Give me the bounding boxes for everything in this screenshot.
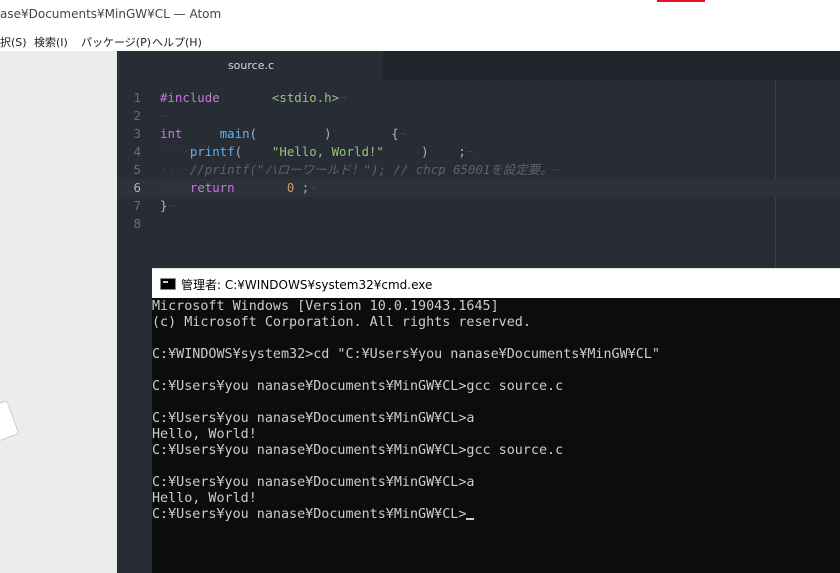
code-text: ¬ [160, 107, 167, 125]
code-line[interactable]: 2 ¬ [117, 107, 840, 125]
cmd-console-output[interactable]: Microsoft Windows [Version 10.0.19043.16… [152, 299, 840, 573]
code-token: ( [234, 144, 272, 159]
code-token: ¬ [160, 108, 168, 123]
code-token: ; [294, 180, 310, 195]
code-token: ) ; [383, 144, 466, 159]
line-number: 6 [133, 180, 141, 195]
atom-window-title: ase¥Documents¥MinGW¥CL — Atom [0, 7, 222, 21]
code-text: int main( ) {¬ [160, 125, 406, 143]
code-token: ( ) { [249, 126, 399, 141]
line-number: 1 [133, 90, 141, 105]
desktop-area [0, 51, 117, 573]
code-line[interactable]: 1 #include <stdio.h>¬ [117, 89, 840, 107]
code-token: "Hello, World!" [271, 144, 384, 159]
code-text: ····return 0 ;¬ [160, 179, 317, 197]
code-token: //printf("ハローワールド！"); // chcp 65001を設定要。 [189, 162, 553, 177]
line-number: 8 [133, 216, 141, 231]
console-line: C:¥WINDOWS¥system32>cd "C:¥Users¥you nan… [152, 347, 660, 362]
close-button-edge[interactable] [657, 0, 705, 2]
cmd-app-icon [160, 278, 176, 290]
code-line[interactable]: 8 [117, 215, 840, 233]
code-line[interactable]: 4 ····printf( "Hello, World!" ) ;¬ [117, 143, 840, 161]
line-number: 7 [133, 198, 141, 213]
code-line[interactable]: 6 ····return 0 ;¬ [117, 179, 840, 197]
code-token: ···· [160, 180, 190, 195]
menu-help[interactable]: ヘルプ(H) [152, 34, 202, 50]
code-text: ····printf( "Hello, World!" ) ;¬ [160, 143, 473, 161]
console-line: C:¥Users¥you nanase¥Documents¥MinGW¥CL>a [152, 411, 475, 426]
console-line: Microsoft Windows [Version 10.0.19043.16… [152, 299, 499, 314]
code-token: ¬ [309, 180, 317, 195]
cmd-title-bar[interactable]: 管理者: C:¥WINDOWS¥system32¥cmd.exe [152, 268, 840, 298]
code-token: ¬ [339, 90, 347, 105]
code-token: printf [189, 144, 235, 159]
code-token: ¬ [465, 144, 474, 159]
line-number: 3 [133, 126, 141, 141]
console-line: Hello, World! [152, 491, 257, 506]
atom-title-bar[interactable]: ase¥Documents¥MinGW¥CL — Atom [0, 0, 840, 31]
code-token: main [219, 126, 250, 141]
cmd-window[interactable]: 管理者: C:¥WINDOWS¥system32¥cmd.exe Microso… [152, 268, 840, 573]
console-line: C:¥Users¥you nanase¥Documents¥MinGW¥CL>g… [152, 443, 564, 458]
code-token: #include [160, 90, 220, 105]
code-token: return [189, 180, 235, 195]
code-token: int [160, 126, 183, 141]
code-token: ¬ [552, 162, 560, 177]
code-line[interactable]: 5 ····//printf("ハローワールド！"); // chcp 65001… [117, 161, 840, 179]
code-token: <stdio.h> [271, 90, 340, 105]
code-token: ···· [160, 144, 190, 159]
desktop-icon-fragment [0, 399, 20, 443]
console-line: Hello, World! [152, 427, 257, 442]
text-cursor [466, 518, 475, 520]
console-line: C:¥Users¥you nanase¥Documents¥MinGW¥CL> [152, 507, 475, 523]
code-token: ···· [160, 162, 190, 177]
console-line: C:¥Users¥you nanase¥Documents¥MinGW¥CL>g… [152, 379, 564, 394]
tab-bar: source.c [117, 51, 840, 80]
code-text: }¬ [160, 197, 175, 215]
tab-label: source.c [227, 59, 275, 72]
code-line[interactable]: 3 int main( ) {¬ [117, 125, 840, 143]
console-line: (c) Microsoft Corporation. All rights re… [152, 315, 531, 330]
line-number: 2 [133, 108, 141, 123]
code-line[interactable]: 7 }¬ [117, 197, 840, 215]
code-token: ¬ [398, 126, 407, 141]
code-text: #include <stdio.h>¬ [160, 89, 347, 107]
console-line: C:¥Users¥you nanase¥Documents¥MinGW¥CL>a [152, 475, 475, 490]
code-token: ¬ [167, 198, 175, 213]
menu-find[interactable]: 検索(I) [34, 34, 68, 50]
line-number: 5 [133, 162, 141, 177]
menu-selection[interactable]: 択(S) [0, 34, 27, 50]
line-number: 4 [133, 144, 141, 159]
code-text: ····//printf("ハローワールド！"); // chcp 65001を… [160, 161, 560, 179]
menu-bar: 択(S) 検索(I) パッケージ(P) ヘルプ(H) [0, 31, 840, 51]
cmd-window-title: 管理者: C:¥WINDOWS¥system32¥cmd.exe [181, 278, 433, 292]
tab-source-c[interactable]: source.c [118, 51, 383, 80]
menu-packages[interactable]: パッケージ(P) [81, 34, 151, 50]
